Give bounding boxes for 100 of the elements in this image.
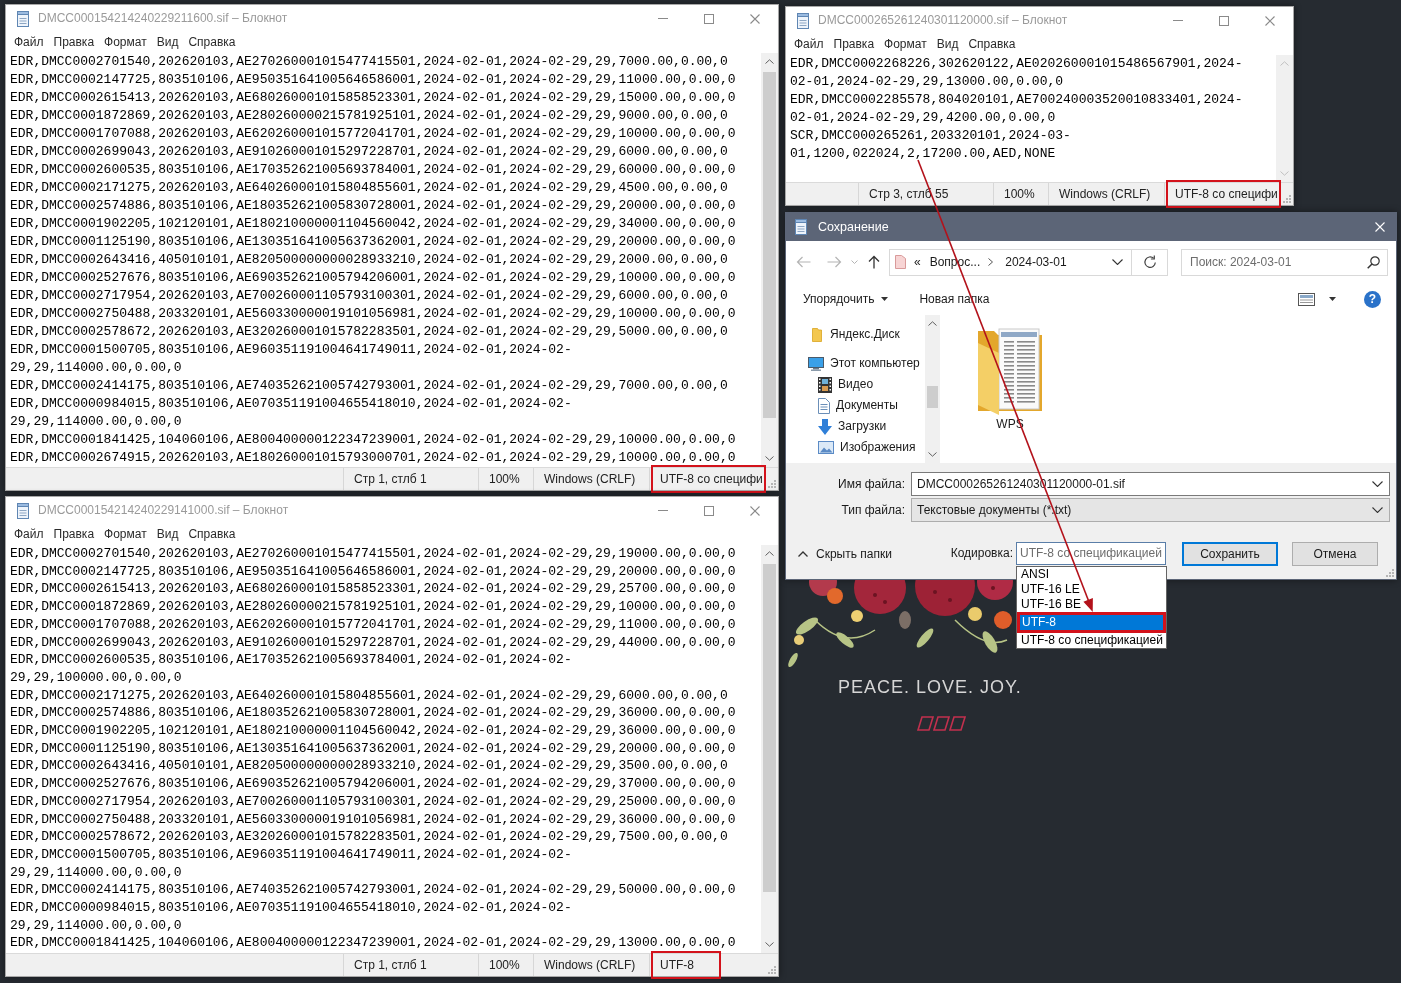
search-icon[interactable] — [1367, 255, 1380, 269]
close-icon[interactable] — [750, 505, 760, 516]
nav-item[interactable]: Яндекс.Диск — [786, 324, 925, 345]
text-line: EDR,DMCC0002615413,202620103,AE680260001015858523301,2024-02-01,2024-02-29,29,15000.00,0.00,0 — [10, 89, 736, 107]
text-line: EDR,DMCC0001841425,104060106,AE800400000122347239001,2024-02-01,2024-02-29,29,13000.00,0.00,0 — [10, 934, 736, 953]
dropdown-option[interactable]: UTF-8 — [1017, 612, 1166, 633]
film-icon — [818, 376, 832, 393]
scroll-up-icon[interactable] — [765, 59, 774, 64]
text-line: EDR,DMCC0002615413,202620103,AE680260001015858523301,2024-02-01,2024-02-29,29,25700.00,0.00,0 — [10, 580, 736, 599]
menu-item[interactable]: Вид — [151, 527, 184, 542]
text-line: EDR,DMCC0002574886,803510106,AE180352621005830728001,2024-02-01,2024-02-29,29,20000.00,0.00,0 — [10, 197, 736, 215]
resize-grip-icon[interactable] — [768, 480, 776, 488]
view-icon[interactable] — [1298, 292, 1315, 306]
menu-item[interactable]: Правка — [48, 527, 100, 542]
text-line: EDR,DMCC0002578672,202620103,AE320260001015782283501,2024-02-01,2024-02-29,29,5000.00,0.00,0 — [10, 323, 728, 341]
menu-item[interactable]: Файл — [9, 35, 49, 50]
maximize-icon[interactable] — [1219, 15, 1229, 26]
encoding-select[interactable]: UTF-8 со спецификацией — [1016, 542, 1166, 565]
refresh-button[interactable] — [1132, 248, 1168, 276]
menu-item[interactable]: Файл — [789, 37, 829, 52]
text-line: EDR,DMCC0002750488,203320101,AE560330000019101056981,2024-02-01,2024-02-29,29,10000.00,0.00,0 — [10, 305, 736, 323]
text-line: EDR,DMCC0002600535,803510106,AE170352621005693784001,2024-02-01,2024-02- — [10, 651, 572, 669]
text-line: EDR,DMCC0002171275,202620103,AE640260001015804855601,2024-02-01,2024-02-29,29,6000.00,0.00,0 — [10, 686, 728, 705]
menu-item[interactable]: Вид — [931, 37, 964, 52]
cancel-button[interactable]: Отмена — [1292, 541, 1378, 566]
back-arrow-icon[interactable] — [796, 256, 811, 268]
nav-item[interactable]: Видео — [786, 374, 925, 395]
text-line: EDR,DMCC0002699043,202620103,AE910260001015297228701,2024-02-01,2024-02-29,29,6000.00,0.00,0 — [10, 143, 728, 161]
dropdown-option[interactable]: UTF-8 со спецификацией — [1017, 633, 1166, 648]
resize-grip-icon[interactable] — [1283, 195, 1291, 203]
text-line: EDR,DMCC0001707088,202620103,AE620260001015772041701,2024-02-01,2024-02-29,29,11000.00,0.00,0 — [10, 615, 736, 634]
menu-item[interactable]: Справка — [963, 37, 1021, 52]
scrollbar-thumb[interactable] — [763, 564, 776, 892]
menu-item[interactable]: Правка — [48, 35, 100, 50]
breadcrumb[interactable]: 2024-03-01 — [1005, 254, 1067, 270]
hide-folders-button[interactable]: Скрыть папки — [798, 546, 892, 561]
text-line: EDR,DMCC0002699043,202620103,AE910260001015297228701,2024-02-01,2024-02-29,29,44000.00,0.00,0 — [10, 633, 736, 652]
text-line: 29,29,114000.00,0.00,0 — [10, 413, 182, 431]
scrollbar-thumb[interactable] — [927, 386, 938, 408]
window-title: DMCC000265261240301120000.sif – Блокнот — [818, 13, 1069, 28]
text-line: EDR,DMCC0001125190,803510106,AE130351641005637362001,2024-02-01,2024-02-29,29,20000.00,0.00,0 — [10, 233, 736, 251]
forward-arrow-icon[interactable] — [827, 256, 842, 268]
nav-item[interactable]: Этот компьютер — [786, 353, 925, 374]
encoding-status: UTF-8 со специфи — [660, 471, 763, 487]
dropdown-option[interactable]: UTF-16 LE — [1017, 582, 1166, 597]
chevron-right-icon — [988, 258, 994, 266]
scroll-up-icon[interactable] — [765, 551, 774, 556]
scroll-down-icon[interactable] — [765, 942, 774, 947]
folder-icon — [812, 327, 822, 342]
chevron-down-icon[interactable] — [1372, 507, 1383, 513]
text-line: EDR,DMCC0001902205,102120101,AE180210000001104560042,2024-02-01,2024-02-29,29,34000.00,0.00,0 — [10, 215, 736, 233]
menu-item[interactable]: Файл — [9, 527, 49, 542]
maximize-icon[interactable] — [704, 505, 714, 516]
menu-item[interactable]: Формат — [879, 37, 932, 52]
resize-grip-icon[interactable] — [1386, 569, 1394, 577]
menu-item[interactable]: Формат — [99, 527, 152, 542]
text-line: EDR,DMCC0000984015,803510106,AE070351191004655418010,2024-02-01,2024-02- — [10, 395, 572, 413]
text-line: EDR,DMCC0002147725,803510106,AE950351641005646586001,2024-02-01,2024-02-29,29,20000.00,0.00,0 — [10, 562, 736, 581]
notepad-icon — [16, 502, 30, 519]
line-ending-status: Windows (CRLF) — [1059, 186, 1151, 202]
nav-item[interactable]: Загрузки — [786, 416, 925, 437]
text-line: 02-01,2024-02-29,29,4200.00,0.00,0 — [790, 109, 1056, 127]
caret-icon[interactable] — [1329, 297, 1336, 301]
encoding-status: UTF-8 — [660, 957, 694, 973]
up-arrow-icon[interactable] — [868, 255, 880, 269]
menu-item[interactable]: Вид — [151, 35, 184, 50]
dropdown-icon[interactable] — [1112, 259, 1123, 265]
text-line: 02-01,2024-02-29,29,13000.00,0.00,0 — [790, 73, 1064, 91]
close-icon[interactable] — [750, 13, 760, 24]
field-label: Имя файла: — [837, 476, 905, 492]
line-ending-status: Windows (CRLF) — [544, 471, 636, 487]
text-line: EDR,DMCC0001902205,102120101,AE180210000001104560042,2024-02-01,2024-02-29,29,36000.00,0.00,0 — [10, 722, 736, 740]
line-ending-status: Windows (CRLF) — [544, 957, 636, 973]
chevron-down-icon[interactable] — [1372, 481, 1383, 487]
save-button[interactable]: Сохранить — [1182, 541, 1278, 566]
nav-item[interactable]: Документы — [786, 395, 925, 416]
scroll-down-icon[interactable] — [928, 452, 937, 457]
scroll-down-icon[interactable] — [765, 456, 774, 461]
cursor-position: Стр 1, стлб 1 — [354, 471, 427, 487]
text-line: EDR,DMCC0002701540,202620103,AE270260001015477415501,2024-02-01,2024-02-29,29,19000.00,0.00,0 — [10, 545, 736, 563]
search-field[interactable]: Поиск: 2024-03-01 — [1181, 248, 1388, 276]
help-button[interactable]: ? — [1364, 290, 1381, 308]
maximize-icon[interactable] — [704, 13, 714, 24]
scrollbar-thumb[interactable] — [763, 72, 776, 418]
close-icon[interactable] — [1265, 15, 1275, 26]
menu-item[interactable]: Справка — [183, 35, 241, 50]
text-line: EDR,DMCC0002414175,803510106,AE740352621005742793001,2024-02-01,2024-02-29,29,50000.00,0.00,0 — [10, 881, 736, 900]
text-line: EDR,DMCC0002574886,803510106,AE180352621005830728001,2024-02-01,2024-02-29,29,36000.00,0.00,0 — [10, 704, 736, 723]
breadcrumb-overflow[interactable]: « — [914, 254, 921, 270]
nav-item[interactable]: Изображения — [786, 437, 925, 458]
dropdown-option[interactable]: UTF-16 BE — [1017, 597, 1166, 612]
organize-menu[interactable]: Упорядочить — [803, 292, 889, 306]
text-line: 29,29,114000.00,0.00,0 — [10, 916, 182, 935]
menu-item[interactable]: Правка — [828, 37, 880, 52]
menu-item[interactable]: Справка — [183, 527, 241, 542]
refresh-icon — [1142, 255, 1157, 269]
resize-grip-icon[interactable] — [768, 966, 776, 974]
dropdown-option[interactable]: ANSI — [1017, 567, 1166, 582]
scroll-up-icon[interactable] — [928, 321, 937, 326]
menu-item[interactable]: Формат — [99, 35, 152, 50]
